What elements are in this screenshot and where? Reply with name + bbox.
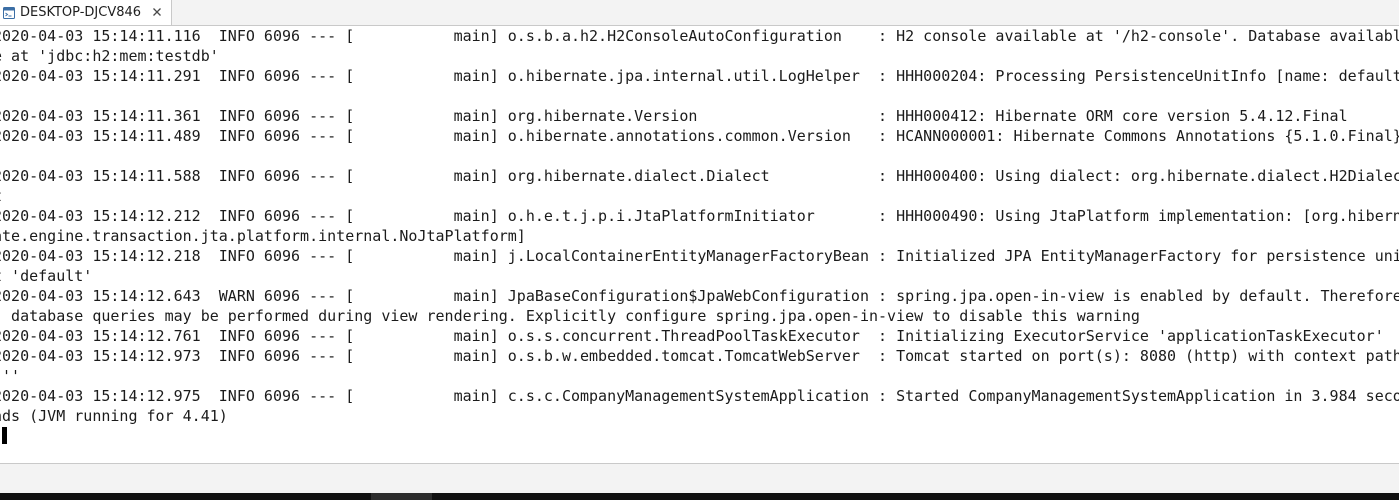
console-line: ''	[2, 367, 21, 385]
text-cursor	[2, 427, 8, 444]
console-line: e at 'jdbc:h2:mem:testdb'	[0, 47, 219, 65]
console-icon	[3, 7, 15, 19]
cursor-line	[0, 426, 1399, 446]
console-line: 2020-04-03 15:14:12.643 WARN 6096 --- [ …	[0, 287, 1399, 305]
console-lines: 2020-04-03 15:14:11.116 INFO 6096 --- [ …	[0, 26, 1399, 446]
console-line: 2020-04-03 15:14:11.116 INFO 6096 --- [ …	[0, 27, 1399, 45]
console-line: ]	[0, 86, 1399, 106]
tab-terminal[interactable]: DESKTOP-DJCV846	[0, 0, 173, 25]
console-line: 2020-04-03 15:14:11.361 INFO 6096 --- [ …	[0, 107, 1348, 125]
console-output[interactable]: 2020-04-03 15:14:11.116 INFO 6096 --- [ …	[0, 26, 1399, 463]
tab-bar: DESKTOP-DJCV846	[0, 0, 1399, 26]
console-line: 2020-04-03 15:14:12.761 INFO 6096 --- [ …	[0, 327, 1384, 345]
tab-title: DESKTOP-DJCV846	[20, 5, 142, 20]
console-line: 2020-04-03 15:14:12.218 INFO 6096 --- [ …	[0, 247, 1399, 265]
console-line: nds (JVM running for 4.41)	[0, 407, 228, 425]
console-line: 2020-04-03 15:14:11.291 INFO 6096 --- [ …	[0, 67, 1399, 85]
console-line: 2020-04-03 15:14:11.588 INFO 6096 --- [ …	[0, 167, 1399, 185]
console-line: 2020-04-03 15:14:11.489 INFO 6096 --- [ …	[0, 127, 1399, 145]
console-line: 2020-04-03 15:14:12.973 INFO 6096 --- [ …	[0, 347, 1399, 365]
console-line: t	[0, 186, 1399, 206]
taskbar	[0, 493, 1399, 500]
taskbar-active-app[interactable]	[371, 493, 432, 500]
close-icon[interactable]	[151, 6, 163, 18]
console-line: ate.engine.transaction.jta.platform.inte…	[0, 227, 526, 245]
console-line: t 'default'	[0, 267, 93, 285]
console-line: 2020-04-03 15:14:12.975 INFO 6096 --- [ …	[0, 387, 1399, 405]
status-bar	[0, 463, 1399, 493]
console-line: , database queries may be performed duri…	[0, 307, 1140, 325]
console-line: 2020-04-03 15:14:12.212 INFO 6096 --- [ …	[0, 207, 1399, 225]
